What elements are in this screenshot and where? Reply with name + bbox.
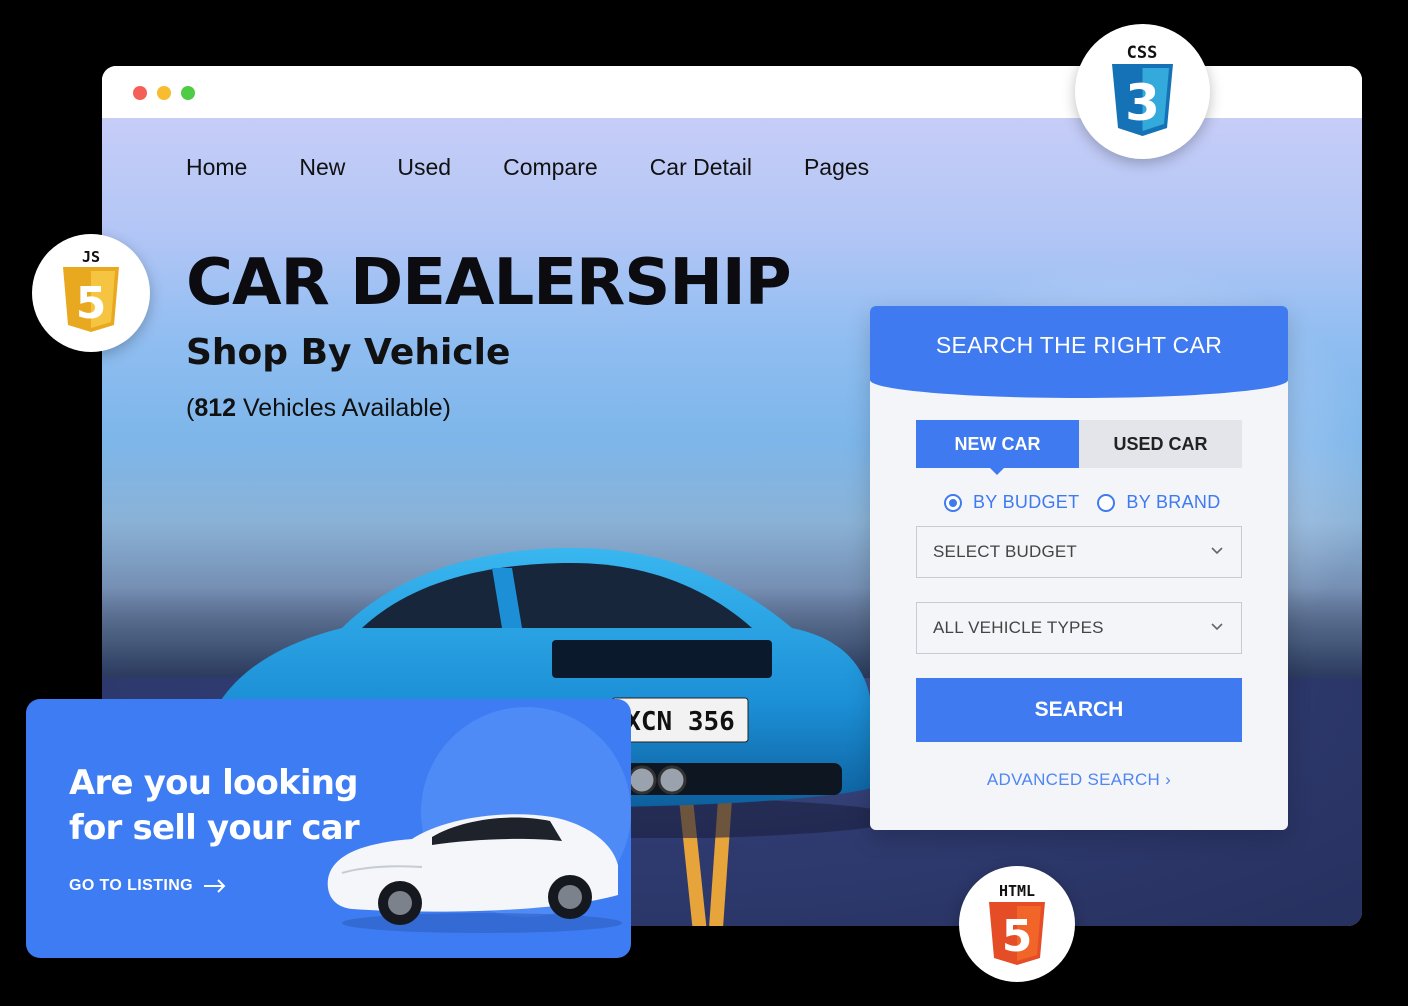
nav-item-home[interactable]: Home	[186, 154, 247, 181]
close-dot-icon[interactable]	[133, 86, 147, 100]
js-label: JS	[82, 248, 100, 266]
js-icon: JS 5	[63, 248, 119, 332]
css-number: 3	[1125, 74, 1160, 132]
radio-checked-icon[interactable]	[944, 493, 962, 512]
js-badge: JS 5	[32, 234, 150, 352]
minimize-dot-icon[interactable]	[157, 86, 171, 100]
tab-used-car[interactable]: USED CAR	[1079, 420, 1242, 468]
nav-item-car-detail[interactable]: Car Detail	[650, 154, 752, 181]
search-panel-title: SEARCH THE RIGHT CAR	[935, 332, 1223, 358]
radio-by-brand[interactable]: BY BRAND	[1097, 492, 1220, 513]
radio-by-budget-label: BY BUDGET	[973, 492, 1080, 512]
search-button[interactable]: SEARCH	[916, 678, 1242, 742]
sell-car-card: Are you looking for sell your car GO TO …	[26, 699, 631, 958]
vehicle-type-select-value: ALL VEHICLE TYPES	[933, 618, 1104, 637]
css3-badge: CSS 3	[1075, 24, 1210, 159]
html5-icon: HTML 5	[989, 882, 1045, 965]
css-label: CSS	[1127, 43, 1158, 63]
budget-select[interactable]: SELECT BUDGET	[916, 526, 1242, 578]
tab-new-car[interactable]: NEW CAR	[916, 420, 1079, 475]
available-label: Vehicles Available)	[236, 394, 452, 422]
nav-item-used[interactable]: Used	[397, 154, 451, 181]
radio-by-budget[interactable]: BY BUDGET	[944, 492, 1079, 513]
html5-badge: HTML 5	[959, 866, 1075, 982]
main-nav: Home New Used Compare Car Detail Pages	[186, 154, 921, 181]
maximize-dot-icon[interactable]	[181, 86, 195, 100]
search-panel-header: SEARCH THE RIGHT CAR	[870, 306, 1288, 398]
css3-icon: CSS 3	[1112, 43, 1173, 136]
search-mode-radios: BY BUDGET BY BRAND	[944, 492, 1239, 513]
html-number: 5	[1002, 911, 1033, 962]
license-plate: XCN 356	[625, 707, 735, 737]
js-number: 5	[76, 278, 107, 329]
vehicles-available: (812 Vehicles Available)	[186, 394, 451, 423]
advanced-search-link[interactable]: ADVANCED SEARCH ›	[870, 770, 1288, 790]
radio-by-brand-label: BY BRAND	[1126, 492, 1221, 512]
vehicle-type-select[interactable]: ALL VEHICLE TYPES	[916, 602, 1242, 654]
arrow-right-icon	[204, 879, 226, 893]
chevron-down-icon	[1211, 547, 1223, 555]
car-type-tabs: NEW CAR USED CAR	[916, 420, 1242, 475]
html-label: HTML	[999, 882, 1035, 900]
page-title: CAR DEALERSHIP	[186, 246, 792, 320]
nav-item-compare[interactable]: Compare	[503, 154, 598, 181]
budget-select-value: SELECT BUDGET	[933, 542, 1077, 561]
radio-unchecked-icon[interactable]	[1097, 493, 1116, 512]
nav-item-new[interactable]: New	[299, 154, 345, 181]
chevron-down-icon	[1211, 623, 1223, 631]
white-car-image	[327, 814, 622, 933]
go-to-listing-label: GO TO LISTING	[69, 877, 194, 894]
search-panel: SEARCH THE RIGHT CAR NEW CAR USED CAR BY…	[870, 306, 1288, 830]
vehicle-count: 812	[194, 394, 237, 422]
page-subtitle: Shop By Vehicle	[186, 332, 511, 373]
nav-item-pages[interactable]: Pages	[804, 154, 869, 181]
go-to-listing-link[interactable]: GO TO LISTING	[69, 877, 227, 895]
